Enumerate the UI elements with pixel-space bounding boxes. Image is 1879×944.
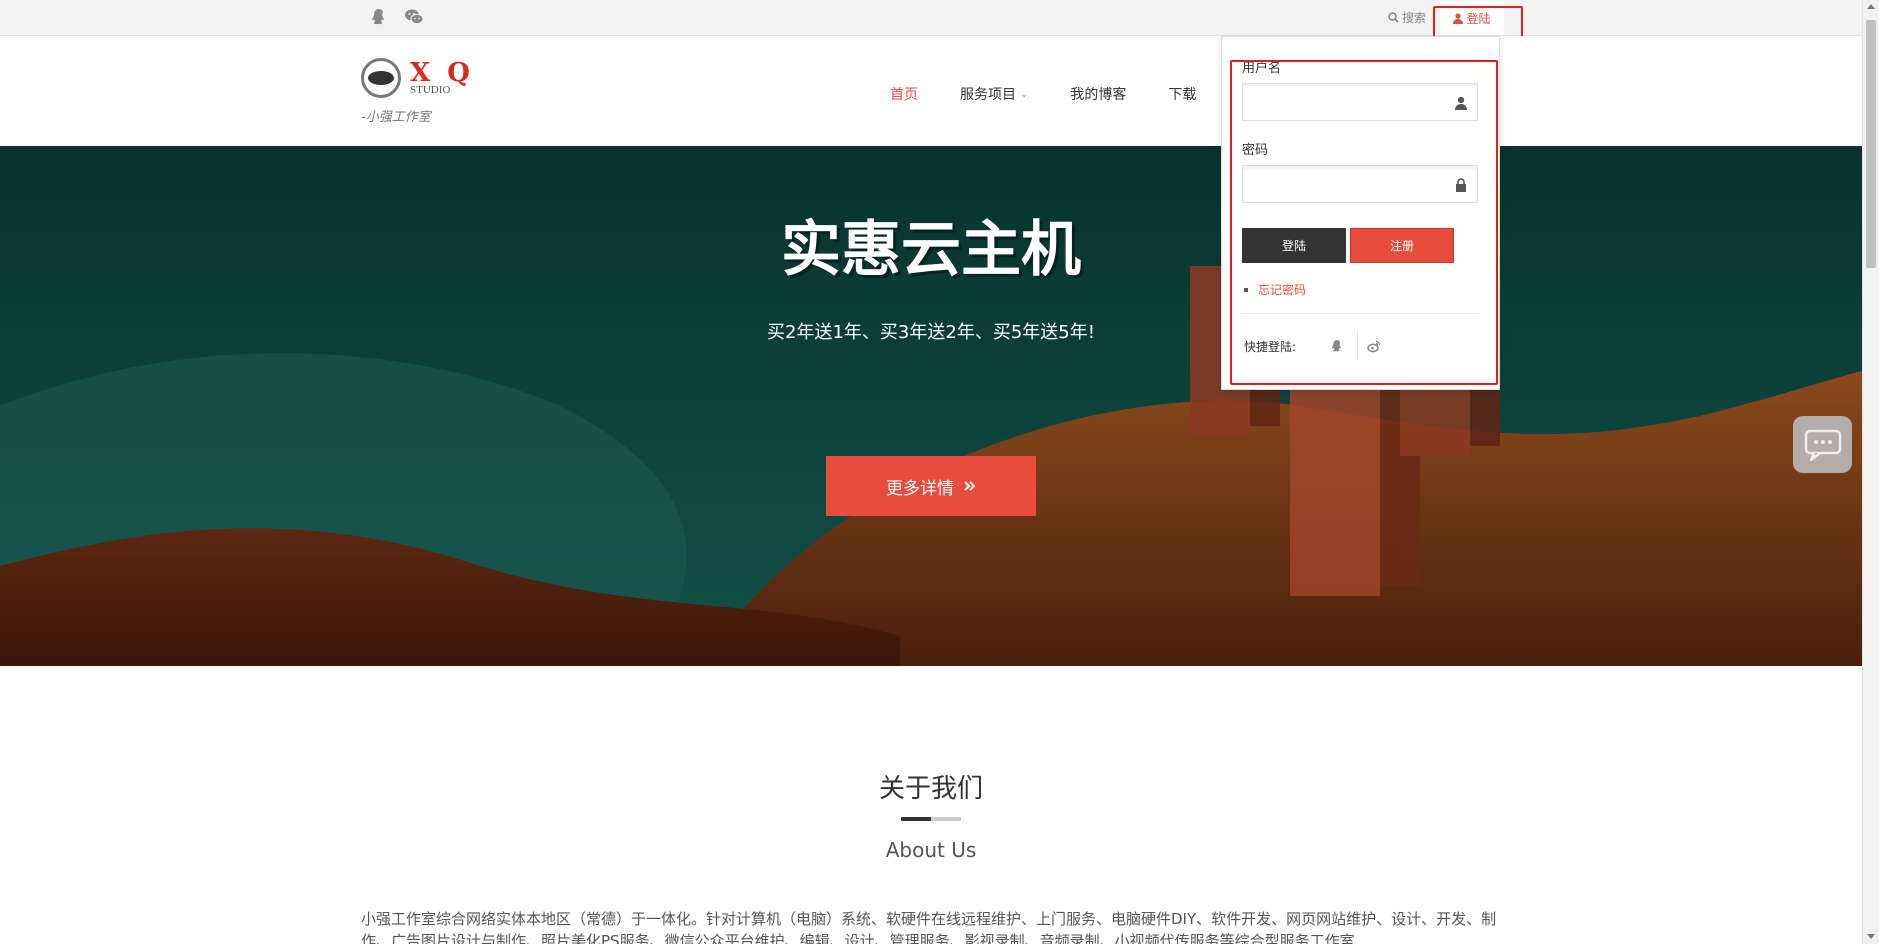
nav-item-blog[interactable]: 我的博客 — [1070, 84, 1126, 104]
scroll-thumb[interactable] — [1866, 20, 1876, 268]
more-details-button[interactable]: 更多详情 — [826, 456, 1036, 516]
about-divider — [901, 817, 961, 821]
hero-banner: 实惠云主机 买2年送1年、买3年送2年、买5年送5年! 更多详情 — [0, 146, 1862, 666]
chevron-down-icon: ⌄ — [1020, 88, 1029, 100]
qq-icon[interactable] — [370, 8, 388, 26]
login-panel-highlight — [1230, 60, 1498, 385]
more-details-label: 更多详情 — [886, 478, 954, 498]
main-nav: 首页 服务项目 ⌄ 我的博客 下载 — [890, 84, 1238, 104]
logo-emblem[interactable] — [361, 58, 401, 98]
about-subtitle: About Us — [885, 838, 977, 862]
header: X Q STUDIO -小强工作室 首页 服务项目 ⌄ 我的博客 下载 — [0, 36, 1862, 146]
nav-item-label: 首页 — [890, 87, 918, 103]
hero-subtitle: 买2年送1年、买3年送2年、买5年送5年! — [767, 322, 1095, 343]
logo-studio: STUDIO — [410, 84, 451, 96]
scroll-up-icon[interactable] — [1867, 4, 1875, 9]
search-link[interactable]: 搜索 — [1388, 9, 1426, 26]
search-label: 搜索 — [1402, 11, 1427, 25]
hero-title: 实惠云主机 — [781, 215, 1081, 285]
nav-item-services[interactable]: 服务项目 ⌄ — [960, 84, 1028, 104]
nav-item-label: 我的博客 — [1070, 87, 1127, 103]
nav-item-label: 下载 — [1168, 87, 1197, 103]
scroll-down-icon[interactable] — [1867, 934, 1875, 939]
about-text: 小强工作室综合网络实体本地区（常德）于一体化。针对计算机（电脑）系统、软硬件在线… — [361, 910, 1497, 944]
about-title: 关于我们 — [878, 774, 983, 804]
chat-bubble-icon — [1804, 429, 1841, 461]
page-scrollbar[interactable] — [1862, 0, 1879, 944]
double-chevron-right-icon — [964, 481, 976, 491]
search-icon — [1388, 12, 1399, 23]
top-bar: 搜索 登陆 — [0, 0, 1862, 36]
wechat-icon[interactable] — [404, 8, 424, 26]
nav-item-download[interactable]: 下载 — [1168, 84, 1196, 104]
chat-widget[interactable] — [1793, 416, 1852, 473]
nav-item-home[interactable]: 首页 — [890, 84, 918, 104]
nav-item-label: 服务项目 — [960, 87, 1016, 103]
logo-tagline: -小强工作室 — [361, 110, 431, 125]
